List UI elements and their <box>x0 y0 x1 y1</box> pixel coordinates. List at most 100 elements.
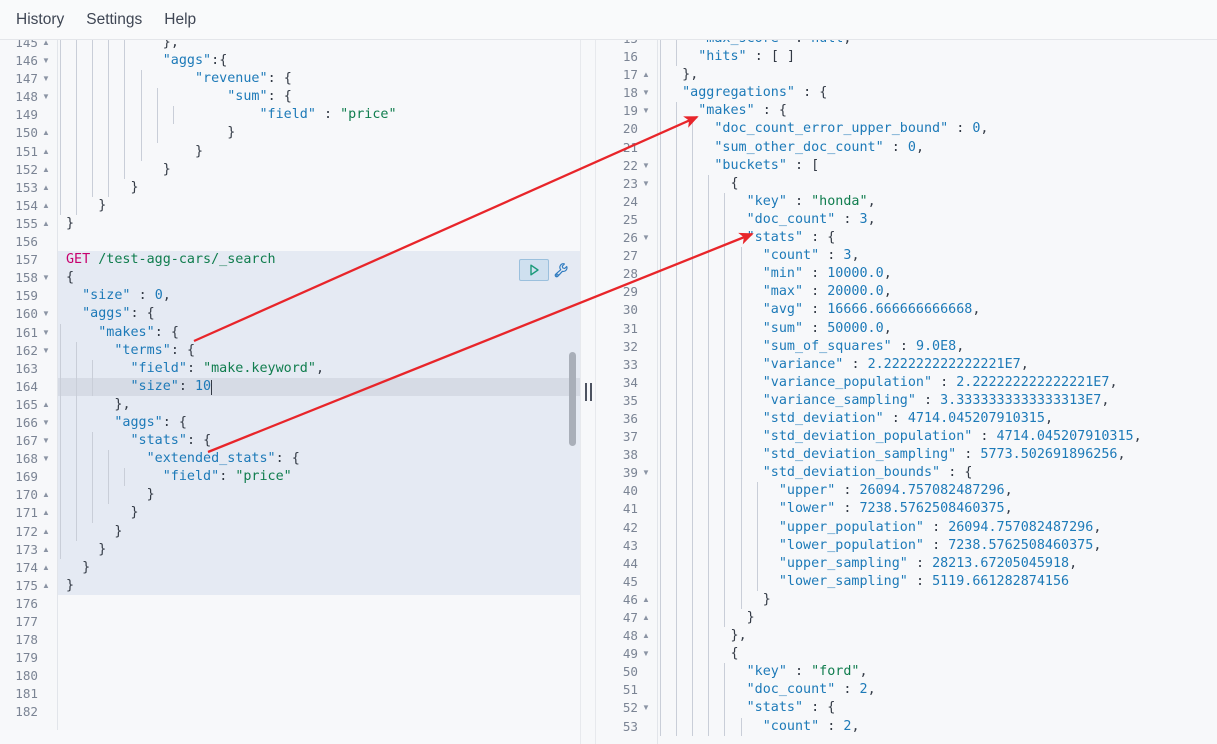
fold-collapse-icon[interactable] <box>641 84 651 102</box>
request-vertical-scrollbar[interactable] <box>569 352 576 446</box>
fold-collapse-icon[interactable] <box>641 175 651 193</box>
code-line[interactable]: "key" : "ford", <box>658 663 1217 682</box>
code-line[interactable]: } <box>58 522 580 541</box>
code-line[interactable] <box>58 233 580 251</box>
code-line[interactable]: "doc_count" : 2, <box>658 681 1217 700</box>
code-line[interactable]: "upper" : 26094.757082487296, <box>658 482 1217 501</box>
fold-collapse-icon[interactable] <box>641 102 651 120</box>
code-line[interactable]: "std_deviation_bounds" : { <box>658 464 1217 483</box>
pane-splitter[interactable] <box>580 40 596 744</box>
request-actions-menu-button[interactable] <box>551 260 571 280</box>
code-line[interactable]: "field" : "price" <box>58 106 580 125</box>
fold-expand-icon[interactable] <box>41 577 51 595</box>
code-line[interactable]: "std_deviation_sampling" : 5773.50269189… <box>658 446 1217 465</box>
code-line[interactable]: "min" : 10000.0, <box>658 265 1217 284</box>
fold-expand-icon[interactable] <box>41 161 51 179</box>
code-line[interactable]: "key" : "honda", <box>658 192 1217 211</box>
code-line[interactable]: } <box>58 558 580 577</box>
fold-collapse-icon[interactable] <box>41 70 51 88</box>
fold-expand-icon[interactable] <box>41 179 51 197</box>
fold-expand-icon[interactable] <box>41 504 51 522</box>
code-line[interactable]: "lower_population" : 7238.5762508460375, <box>658 536 1217 555</box>
code-line[interactable]: } <box>58 504 580 523</box>
fold-expand-icon[interactable] <box>641 627 651 645</box>
code-line[interactable] <box>58 685 580 703</box>
fold-collapse-icon[interactable] <box>41 342 51 360</box>
code-line[interactable]: { <box>658 174 1217 193</box>
code-line[interactable]: "lower" : 7238.5762508460375, <box>658 500 1217 519</box>
fold-collapse-icon[interactable] <box>41 88 51 106</box>
code-line[interactable]: "stats" : { <box>658 699 1217 718</box>
code-line[interactable]: "hits" : [ ] <box>658 48 1217 67</box>
fold-collapse-icon[interactable] <box>41 324 51 342</box>
code-line[interactable]: "aggregations" : { <box>658 84 1217 103</box>
code-line[interactable]: "upper_sampling" : 28213.67205045918, <box>658 554 1217 573</box>
fold-expand-icon[interactable] <box>41 486 51 504</box>
code-line[interactable]: "count" : 2, <box>658 717 1217 736</box>
code-line[interactable]: "sum": { <box>58 88 580 107</box>
code-line[interactable] <box>58 703 580 721</box>
fold-collapse-icon[interactable] <box>641 464 651 482</box>
code-line[interactable]: }, <box>58 40 580 53</box>
code-line[interactable]: }, <box>658 627 1217 646</box>
fold-collapse-icon[interactable] <box>641 229 651 247</box>
fold-collapse-icon[interactable] <box>41 305 51 323</box>
code-line[interactable]: }, <box>658 66 1217 85</box>
code-line[interactable]: } <box>58 486 580 505</box>
code-line[interactable]: "terms": { <box>58 341 580 360</box>
fold-expand-icon[interactable] <box>41 40 51 52</box>
code-line[interactable]: "doc_count_error_upper_bound" : 0, <box>658 120 1217 139</box>
fold-expand-icon[interactable] <box>41 541 51 559</box>
fold-collapse-icon[interactable] <box>41 52 51 70</box>
menu-item-history[interactable]: History <box>6 6 74 34</box>
code-line[interactable]: } <box>658 609 1217 628</box>
fold-expand-icon[interactable] <box>641 591 651 609</box>
request-horizontal-scrollbar[interactable] <box>0 730 580 744</box>
code-line[interactable]: "lower_sampling" : 5119.661282874156 <box>658 572 1217 591</box>
code-line[interactable]: "sum_other_doc_count" : 0, <box>658 138 1217 157</box>
code-line[interactable]: "variance_population" : 2.22222222222222… <box>658 373 1217 392</box>
fold-expand-icon[interactable] <box>41 523 51 541</box>
code-line[interactable]: } <box>58 142 580 161</box>
fold-expand-icon[interactable] <box>641 609 651 627</box>
code-line[interactable]: "aggs": { <box>58 413 580 433</box>
code-line[interactable] <box>58 631 580 649</box>
code-line[interactable]: "buckets" : [ <box>658 156 1217 175</box>
code-line[interactable]: "max" : 20000.0, <box>658 283 1217 302</box>
code-line[interactable]: { <box>58 269 580 288</box>
menu-item-settings[interactable]: Settings <box>76 6 152 34</box>
fold-expand-icon[interactable] <box>41 396 51 414</box>
code-line[interactable]: }, <box>58 395 580 414</box>
code-line[interactable]: "aggs": { <box>58 305 580 324</box>
code-line[interactable]: "std_deviation" : 4714.045207910315, <box>658 409 1217 429</box>
code-line[interactable]: "doc_count" : 3, <box>658 210 1217 230</box>
code-line[interactable]: "avg" : 16666.666666666668, <box>658 301 1217 320</box>
response-viewer-pane[interactable]: "max_score" : null, "hits" : [ ] }, "agg… <box>596 40 1217 744</box>
code-line[interactable]: "field": "price" <box>58 468 580 487</box>
code-line[interactable]: "field": "make.keyword", <box>58 359 580 378</box>
code-line[interactable]: } <box>58 160 580 179</box>
response-code-area[interactable]: "max_score" : null, "hits" : [ ] }, "agg… <box>658 40 1217 744</box>
fold-collapse-icon[interactable] <box>41 432 51 450</box>
code-line[interactable]: } <box>58 540 580 559</box>
fold-expand-icon[interactable] <box>41 124 51 142</box>
code-line[interactable]: } <box>58 124 580 143</box>
code-line[interactable]: "makes": { <box>58 323 580 342</box>
code-line[interactable]: { <box>658 645 1217 664</box>
fold-expand-icon[interactable] <box>641 66 651 84</box>
request-editor-pane[interactable]: }, "aggs":{ "revenue": { "sum": { "field… <box>0 40 580 744</box>
code-line[interactable]: "stats": { <box>58 432 580 451</box>
code-line[interactable]: "sum" : 50000.0, <box>658 319 1217 338</box>
code-line[interactable] <box>58 667 580 685</box>
code-line[interactable] <box>58 613 580 631</box>
code-line[interactable]: GET /test-agg-cars/_search <box>58 251 580 270</box>
code-line[interactable]: "std_deviation_population" : 4714.045207… <box>658 428 1217 447</box>
code-line[interactable]: "extended_stats": { <box>58 450 580 469</box>
code-line[interactable]: "makes" : { <box>658 102 1217 121</box>
fold-expand-icon[interactable] <box>41 559 51 577</box>
code-line[interactable]: } <box>58 196 580 215</box>
fold-collapse-icon[interactable] <box>641 699 651 717</box>
code-line[interactable]: "revenue": { <box>58 70 580 89</box>
code-line[interactable]: } <box>58 215 580 233</box>
code-line[interactable]: "variance" : 2.222222222222221E7, <box>658 355 1217 374</box>
